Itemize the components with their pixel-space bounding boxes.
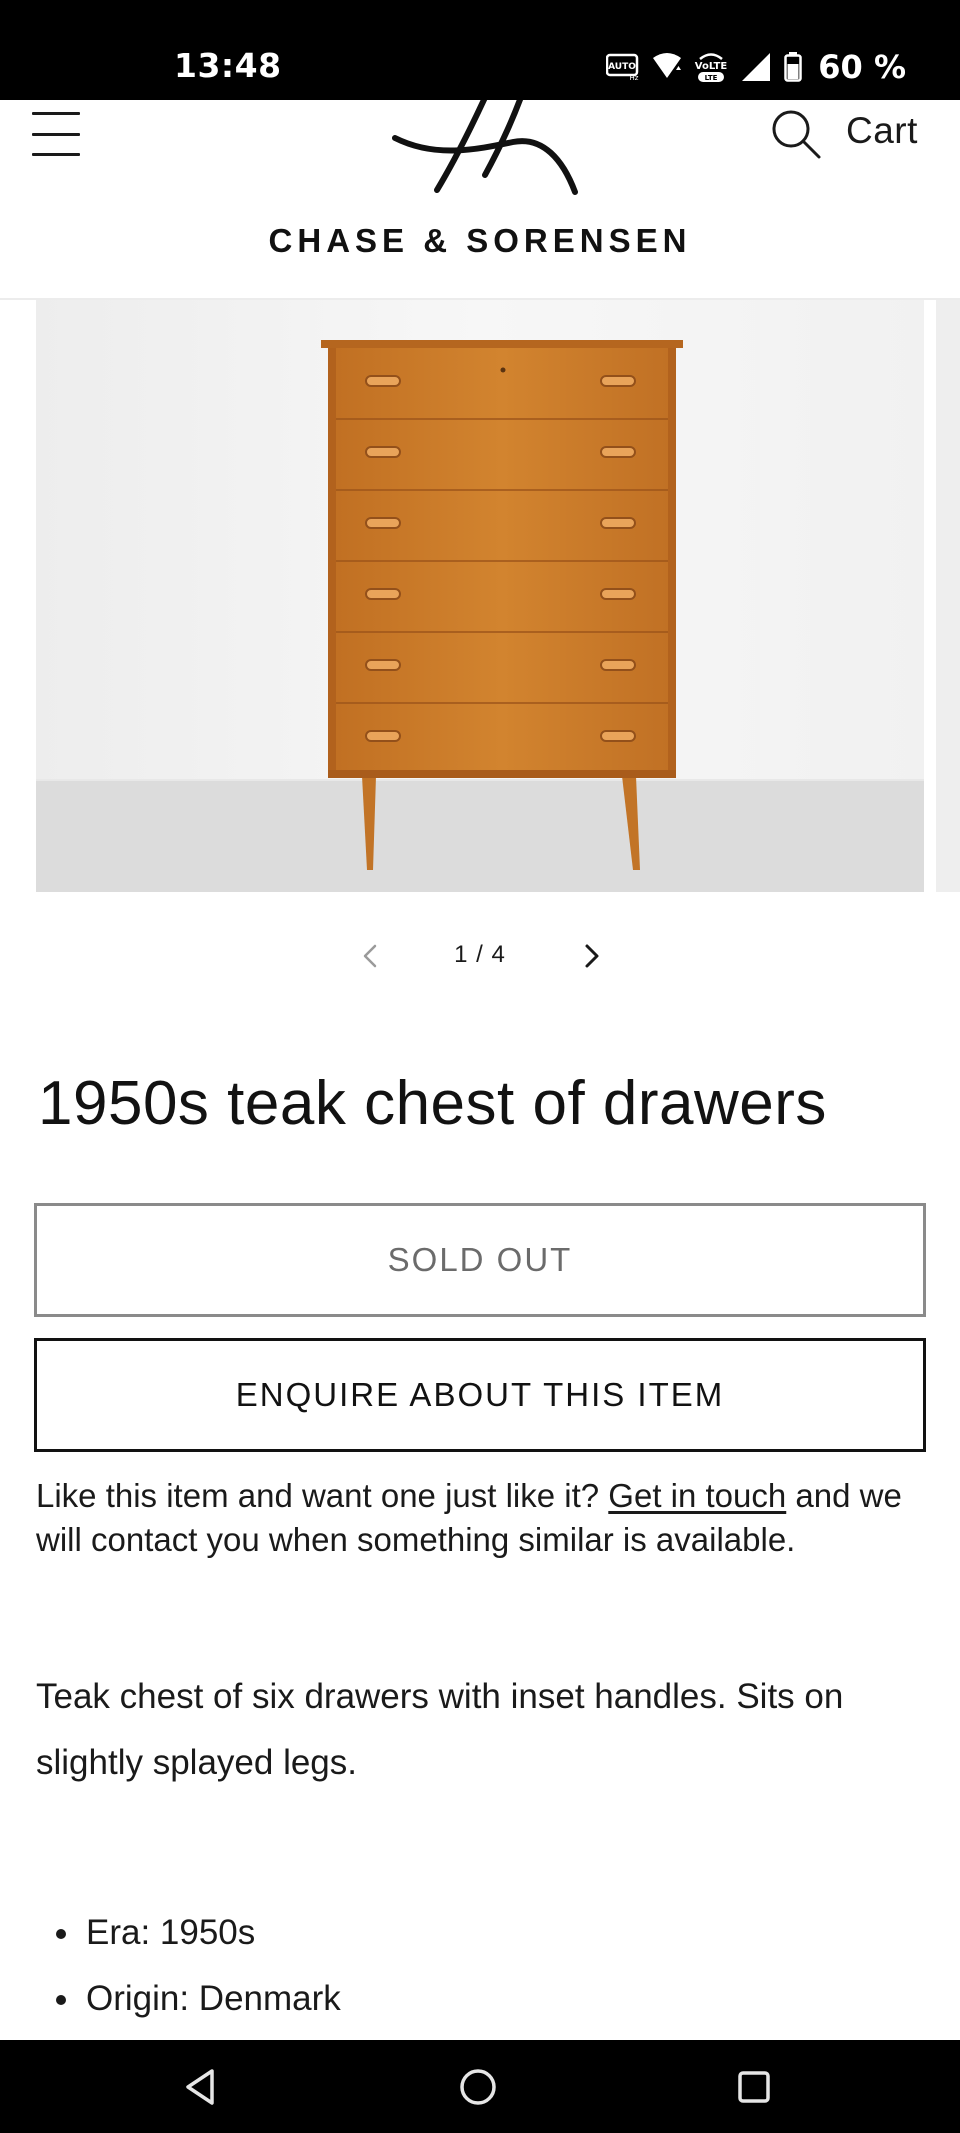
enquire-button[interactable]: ENQUIRE ABOUT THIS ITEM: [34, 1338, 926, 1452]
battery-percent: 60 %: [818, 48, 906, 86]
chevron-right-icon[interactable]: [577, 938, 607, 974]
search-icon[interactable]: [770, 108, 822, 160]
volte-icon: VoLTE LTE: [695, 53, 728, 82]
slider-controls: 1 / 4: [0, 936, 960, 976]
wifi-icon: [653, 53, 682, 78]
brand-name[interactable]: CHASE & SORENSEN: [0, 222, 960, 260]
status-icons: AUTO Hz VoLTE LTE 60 %: [606, 48, 906, 86]
menu-icon-bar-middle: [32, 132, 80, 136]
home-icon[interactable]: [457, 2066, 499, 2108]
status-bar: 13:48 AUTO Hz VoLTE LTE 60 %: [0, 0, 960, 100]
svg-text:LTE: LTE: [705, 74, 718, 82]
menu-icon-bar-top: [32, 112, 80, 115]
sold-out-button[interactable]: SOLD OUT: [34, 1203, 926, 1317]
product-gallery: [0, 300, 960, 892]
get-in-touch-link[interactable]: Get in touch: [608, 1477, 786, 1514]
signal-icon: [742, 53, 771, 81]
slide-counter: 1 / 4: [454, 941, 506, 968]
product-specs: Era: 1950s Origin: Denmark: [36, 1900, 926, 2032]
product-description: Teak chest of six drawers with inset han…: [36, 1677, 844, 1782]
note-text-before: Like this item and want one just like it…: [36, 1477, 609, 1514]
auto-hz-icon: AUTO Hz: [606, 53, 639, 81]
menu-icon-bar-bottom: [32, 153, 80, 156]
cart-link[interactable]: Cart: [846, 110, 918, 152]
next-slide-peek[interactable]: [936, 300, 960, 892]
svg-text:VoLTE: VoLTE: [695, 61, 728, 72]
spec-origin: Origin: Denmark: [36, 1966, 926, 2032]
product-image[interactable]: [36, 300, 924, 892]
site-header: CHASE & SORENSEN Cart: [0, 100, 960, 300]
product-title: 1950s teak chest of drawers: [38, 1069, 827, 1138]
logo-mark[interactable]: [375, 100, 585, 195]
spec-era: Era: 1950s: [36, 1900, 926, 1966]
system-nav-bar: [0, 2040, 960, 2133]
status-time: 13:48: [174, 46, 282, 85]
battery-icon: [784, 52, 803, 82]
svg-text:AUTO: AUTO: [608, 62, 636, 72]
svg-text:Hz: Hz: [630, 74, 639, 81]
recents-icon[interactable]: [733, 2066, 775, 2108]
menu-button[interactable]: [32, 110, 80, 158]
chevron-left-icon[interactable]: [355, 938, 385, 974]
back-icon[interactable]: [180, 2066, 222, 2108]
similar-item-note: Like this item and want one just like it…: [36, 1474, 926, 1562]
